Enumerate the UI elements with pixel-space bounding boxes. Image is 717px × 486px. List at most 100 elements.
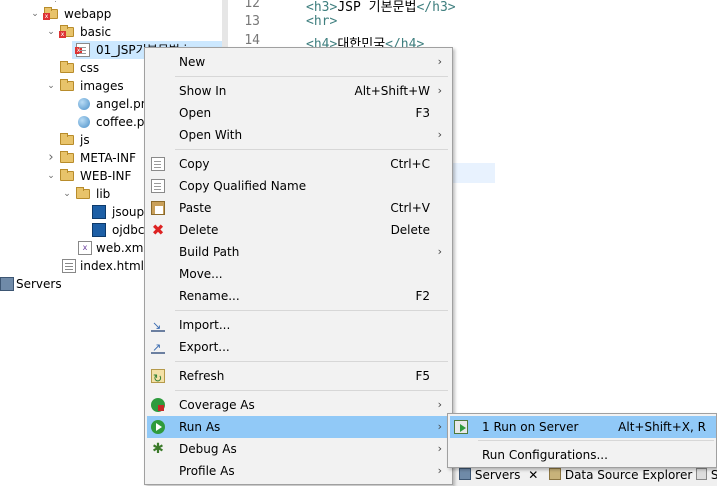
menu-item-show-in[interactable]: Show In Alt+Shift+W ›: [147, 80, 450, 102]
submenu-arrow-icon: ›: [437, 84, 442, 97]
image-file-icon: [78, 116, 90, 128]
copy-icon: [151, 157, 165, 171]
folder-icon: [60, 79, 74, 91]
line-number: 14: [244, 33, 260, 48]
tree-item-servers[interactable]: Servers: [0, 275, 144, 293]
tree-item-index-html[interactable]: index.html: [0, 257, 144, 275]
folder-icon: [60, 151, 74, 163]
tree-item-jsoup-jar[interactable]: jsoup-1.15.3.jar: [0, 203, 144, 221]
collapse-twisty-icon[interactable]: ⌄: [30, 5, 40, 23]
tree-item-label: WEB-INF: [80, 169, 132, 183]
html-file-icon: [62, 259, 76, 273]
folder-error-icon: x: [59, 25, 74, 38]
run-as-submenu: 1 Run on Server Alt+Shift+X, R Run Confi…: [447, 413, 717, 468]
menu-item-label: Rename...: [179, 289, 240, 303]
run-icon: [151, 420, 165, 434]
submenu-arrow-icon: ›: [437, 245, 442, 258]
expand-twisty-icon[interactable]: ›: [46, 149, 56, 167]
menu-item-shortcut: F3: [415, 106, 430, 120]
html-tag: </h3>: [416, 0, 456, 15]
menu-item-label: Profile As: [179, 464, 235, 478]
menu-item-refresh[interactable]: Refresh F5: [147, 365, 450, 390]
menu-item-run-configurations[interactable]: Run Configurations...: [450, 444, 716, 466]
tree-item-label: META-INF: [80, 151, 137, 165]
menu-item-coverage-as[interactable]: Coverage As ›: [147, 394, 450, 416]
menu-item-shortcut: F5: [415, 369, 430, 383]
menu-item-run-as[interactable]: Run As ›: [147, 416, 450, 438]
menu-item-delete[interactable]: ✖ Delete Delete: [147, 219, 450, 241]
menu-item-shortcut: Ctrl+C: [390, 157, 430, 171]
menu-item-copy-qualified-name[interactable]: Copy Qualified Name: [147, 175, 450, 197]
servers-icon: [459, 468, 471, 480]
tree-item-meta-inf[interactable]: › META-INF: [0, 149, 140, 167]
menu-item-debug-as[interactable]: ✱ Debug As ›: [147, 438, 450, 460]
menu-item-export[interactable]: Export...: [147, 336, 450, 359]
code-line[interactable]: <hr>: [306, 14, 337, 29]
code-line[interactable]: <h3>JSP 기본문법</h3>: [306, 0, 456, 15]
tree-item-label: lib: [96, 187, 111, 201]
menu-separator: [175, 310, 448, 311]
tree-item-web-inf[interactable]: ⌄ WEB-INF: [0, 167, 140, 185]
collapse-twisty-icon[interactable]: ⌄: [46, 77, 56, 95]
tab-snippets[interactable]: S: [696, 468, 717, 482]
tree-item-lib[interactable]: ⌄ lib: [0, 185, 140, 203]
menu-item-profile-as[interactable]: Profile As ›: [147, 460, 450, 482]
collapse-twisty-icon[interactable]: ⌄: [62, 185, 72, 203]
jar-icon: [92, 205, 106, 219]
menu-item-rename[interactable]: Rename... F2: [147, 285, 450, 307]
tree-item-label: Servers: [16, 277, 62, 291]
tree-item-basic[interactable]: ⌄ x basic: [0, 23, 140, 41]
menu-item-move[interactable]: Move...: [147, 263, 450, 285]
menu-item-label: 1 Run on Server: [482, 420, 579, 434]
tree-item-images[interactable]: ⌄ images: [0, 77, 140, 95]
xml-file-icon: x: [78, 241, 92, 255]
collapse-twisty-icon[interactable]: ⌄: [46, 167, 56, 185]
tab-data-source-explorer[interactable]: Data Source Explorer: [549, 468, 692, 482]
tree-line: [55, 0, 64, 2]
menu-item-import[interactable]: Import...: [147, 314, 450, 337]
snippets-icon: [696, 468, 707, 480]
menu-item-label: Open With: [179, 128, 243, 142]
import-icon: [151, 315, 165, 337]
tree-item-ojdbc-jar[interactable]: ojdbc8.jar: [0, 221, 144, 239]
folder-icon: [76, 187, 90, 199]
tree-item-web-xml[interactable]: x web.xml: [0, 239, 147, 257]
data-source-icon: [549, 468, 561, 480]
tree-item-css[interactable]: css: [0, 59, 140, 77]
coverage-icon: [151, 398, 165, 412]
tree-item-label: index.html: [80, 259, 144, 273]
submenu-arrow-icon: ›: [437, 398, 442, 411]
menu-separator: [175, 361, 448, 362]
tab-label: S: [710, 468, 717, 482]
menu-separator: [175, 390, 448, 391]
menu-item-paste[interactable]: Paste Ctrl+V: [147, 197, 450, 219]
line-number: 12: [244, 0, 260, 11]
tree-item-webapp[interactable]: ⌄ x webapp: [0, 5, 140, 23]
tree-item-label: web.xml: [96, 241, 147, 255]
menu-item-open[interactable]: Open F3: [147, 102, 450, 124]
menu-item-open-with[interactable]: Open With ›: [147, 124, 450, 146]
menu-item-shortcut: F2: [415, 289, 430, 303]
menu-item-copy[interactable]: Copy Ctrl+C: [147, 153, 450, 175]
folder-icon: [60, 61, 74, 73]
tree-item-label: js: [80, 133, 90, 147]
collapse-twisty-icon[interactable]: ⌄: [46, 23, 56, 41]
copy-qualified-name-icon: [151, 179, 165, 193]
tab-label: Data Source Explorer: [564, 468, 693, 482]
delete-icon: ✖: [151, 221, 165, 239]
tab-servers[interactable]: Servers ✕: [459, 468, 538, 482]
export-icon: [151, 337, 165, 359]
close-icon[interactable]: ✕: [528, 468, 538, 482]
menu-item-label: Delete: [179, 223, 219, 237]
jsp-file-error-icon: x: [75, 43, 90, 57]
project-folder-error-icon: x: [43, 7, 58, 20]
menu-item-label: Move...: [179, 267, 223, 281]
tree-item-js[interactable]: js: [0, 131, 140, 149]
menu-item-new[interactable]: New ›: [147, 51, 450, 73]
tree-item-coffee-png[interactable]: coffee.png: [0, 113, 160, 131]
menu-item-build-path[interactable]: Build Path ›: [147, 241, 450, 263]
folder-icon: [60, 133, 74, 145]
menu-item-label: Copy Qualified Name: [179, 179, 307, 193]
tree-item-angel-png[interactable]: angel.png: [0, 95, 156, 113]
menu-item-run-on-server[interactable]: 1 Run on Server Alt+Shift+X, R: [450, 416, 716, 438]
